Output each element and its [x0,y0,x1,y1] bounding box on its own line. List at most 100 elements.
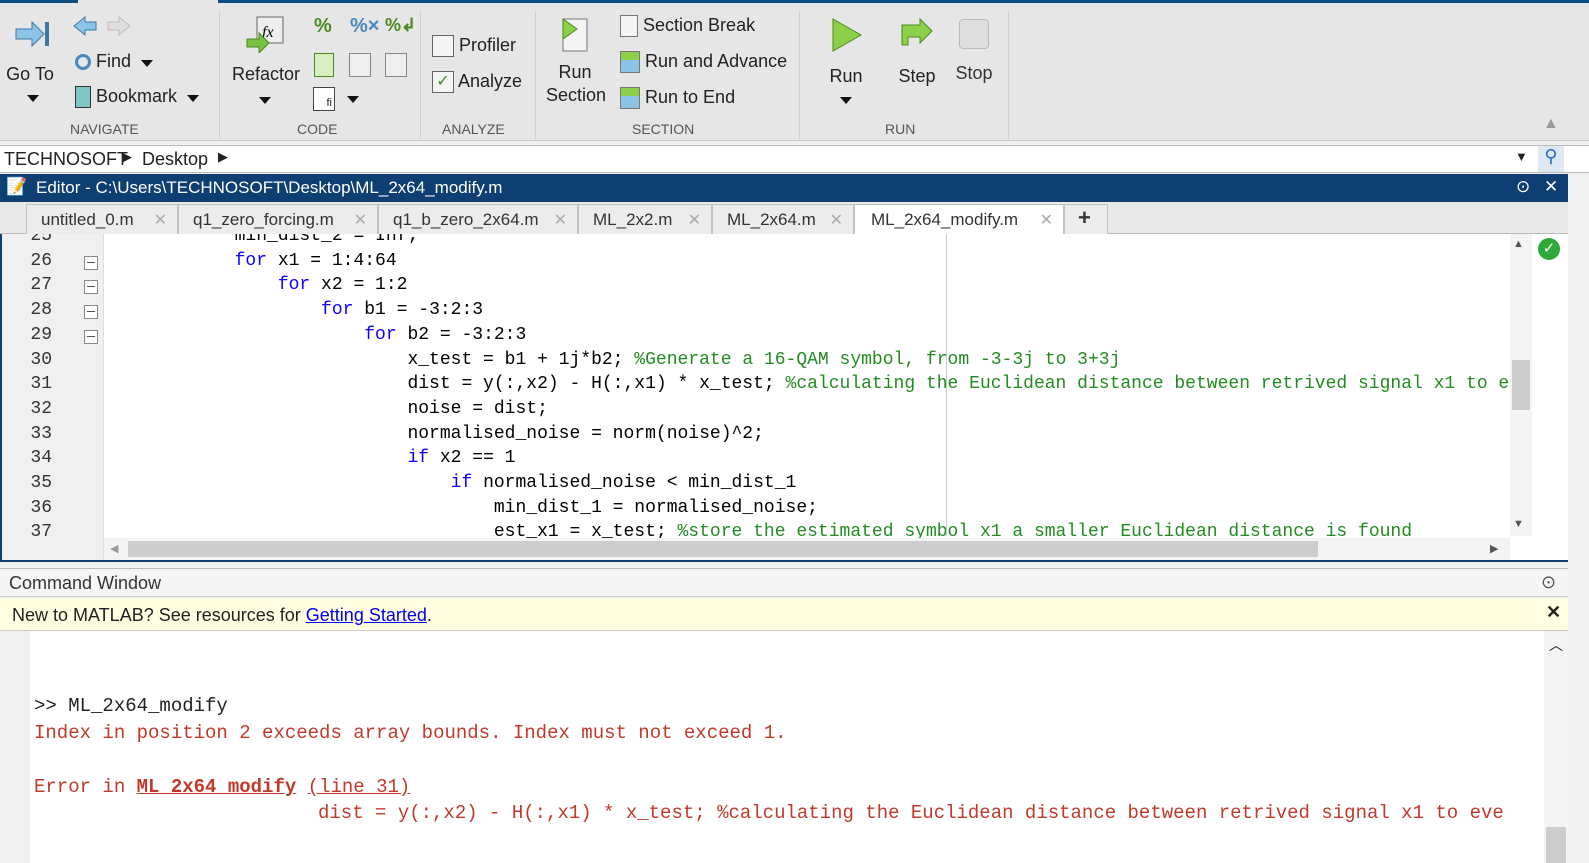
breadcrumb-technosoft[interactable]: TECHNOSOFT [4,149,128,170]
forward-button[interactable] [106,15,132,42]
tab-q1-zero-forcing[interactable]: q1_zero_forcing.m ✕ [178,204,378,234]
breadcrumb-desktop[interactable]: Desktop [142,149,208,170]
scroll-up-icon[interactable]: ▲ [1513,238,1524,250]
tab-q1-b-zero-2x64[interactable]: q1_b_zero_2x64.m ✕ [378,204,578,234]
fixed-point-button[interactable]: fi [313,87,335,111]
code-editor[interactable]: 25 26 27 28 29 30 31 32 33 34 35 36 37 min_dist_2 = … [0,234,1568,562]
code-analyzer-ok-icon[interactable]: ✓ [1538,238,1560,260]
close-tab-icon[interactable]: ✕ [154,210,167,230]
scroll-left-icon[interactable]: ◀ [110,542,118,555]
decrease-indent-button[interactable] [385,53,407,77]
tab-ml-2x2[interactable]: ML_2x2.m ✕ [578,204,712,234]
command-window-scrollbar[interactable]: ︿ [1544,631,1568,863]
code-line[interactable]: for x1 = 1:4:64 [105,251,397,271]
profiler-icon [432,35,454,58]
error-function-link[interactable]: ML_2x64_modify [137,776,297,798]
run-section-icon [562,18,588,52]
error-code-line: dist = y(:,x2) - H(:,x1) * x_test; %calc… [318,802,1504,824]
run-to-end-button[interactable]: Run to End [620,87,735,110]
step-icon [901,17,933,46]
chevron-down-icon [259,97,271,104]
scroll-up-icon[interactable]: ︿ [1549,635,1563,655]
divider [420,11,421,139]
error-line-link[interactable]: (line 31) [308,776,411,798]
line-number: 33 [30,423,52,444]
close-tab-icon[interactable]: ✕ [554,210,567,230]
scrollbar-thumb[interactable] [128,541,1318,557]
chevron-down-icon[interactable] [347,96,359,103]
code-line[interactable]: if normalised_noise < min_dist_1 [105,473,797,493]
run-and-advance-button[interactable]: Run and Advance [620,51,787,74]
fold-toggle-icon[interactable] [84,305,98,320]
play-icon [832,18,863,52]
code-text: dist = y(:,x2) - H(:,x1) * x_test; [105,374,786,395]
stop-button[interactable]: Stop [954,19,994,84]
code-line[interactable]: x_test = b1 + 1j*b2; %Generate a 16-QAM … [105,350,1120,370]
getting-started-banner: New to MATLAB? See resources for Getting… [0,598,1568,631]
getting-started-link[interactable]: Getting Started [306,605,427,625]
editor-icon: 📝 [6,177,28,196]
analyze-button[interactable]: ✓ Analyze [432,71,522,94]
run-button[interactable]: Run [826,17,866,109]
close-tab-icon[interactable]: ✕ [354,210,367,230]
editor-actions-icon[interactable]: ⊙ [1516,177,1530,197]
refactor-button[interactable]: fx Refactor [232,15,300,109]
close-tab-icon[interactable]: ✕ [830,210,843,230]
fold-toggle-icon[interactable] [84,255,98,270]
step-button[interactable]: Step [897,17,937,87]
scrollbar-thumb[interactable] [1512,360,1530,410]
analyze-icon: ✓ [432,71,454,94]
comment-button[interactable]: % [314,15,332,38]
code-line[interactable]: normalised_noise = norm(noise)^2; [105,424,763,444]
run-section-button[interactable]: Run Section [546,17,606,106]
divider [799,11,800,139]
scrollbar-thumb[interactable] [1546,827,1566,863]
uncomment-button[interactable]: %× [350,15,379,38]
search-folder-icon[interactable]: ⚲ [1538,146,1564,172]
line-number: 27 [30,275,52,296]
tab-ml-2x64-modify[interactable]: ML_2x64_modify.m ✕ [854,204,1064,235]
code-line[interactable]: noise = dist; [105,399,547,419]
scroll-down-icon[interactable]: ▼ [1513,518,1524,530]
address-dropdown-icon[interactable]: ▼ [1515,149,1528,164]
close-banner-icon[interactable]: ✕ [1546,602,1561,623]
close-tab-icon[interactable]: ✕ [1040,210,1053,230]
code-line[interactable]: min_dist_1 = normalised_noise; [105,498,818,518]
code-line[interactable]: for x2 = 1:2 [105,275,408,295]
collapse-toolstrip-icon[interactable]: ▲ [1543,115,1559,133]
close-tab-icon[interactable]: ✕ [688,210,701,230]
close-editor-icon[interactable]: ✕ [1544,177,1558,197]
profiler-button[interactable]: Profiler [432,35,516,58]
go-to-button[interactable]: Go To [6,19,56,107]
find-button[interactable]: Find [75,51,154,72]
go-to-icon [15,20,49,48]
wrap-comments-button[interactable]: %↲ [385,15,416,36]
scroll-right-icon[interactable]: ▶ [1490,542,1498,555]
smart-indent-button[interactable] [314,53,334,77]
command-window[interactable]: >> ML_2x64_modify Index in position 2 ex… [0,631,1568,863]
command-window-actions-icon[interactable]: ⊙ [1541,572,1556,593]
arrow-right-icon [107,15,131,37]
increase-indent-button[interactable] [349,53,371,77]
code-text: x2 == 1 [429,448,516,469]
keyword: if [407,448,430,469]
code-line[interactable]: dist = y(:,x2) - H(:,x1) * x_test; %calc… [105,374,1520,394]
bookmark-button[interactable]: Bookmark [75,86,200,109]
address-bar[interactable]: TECHNOSOFT ▶ Desktop ▶ ▼ ⚲ [0,145,1589,173]
code-line[interactable]: min_dist_2 = Inf; [105,234,419,246]
search-icon [75,54,91,71]
fold-toggle-icon[interactable] [84,329,98,344]
tab-ml-2x64[interactable]: ML_2x64.m ✕ [712,204,854,234]
horizontal-scrollbar[interactable]: ◀ ▶ [104,538,1510,560]
back-button[interactable] [72,15,98,42]
code-line[interactable]: for b2 = -3:2:3 [105,325,526,345]
new-tab-button[interactable]: + [1064,204,1108,234]
vertical-scrollbar[interactable]: ▲ ▼ [1510,234,1532,536]
line-number: 31 [30,374,52,395]
tab-untitled-0[interactable]: untitled_0.m ✕ [26,204,178,234]
fold-toggle-icon[interactable] [84,280,98,295]
code-line[interactable]: for b1 = -3:2:3 [105,300,483,320]
code-line[interactable]: if x2 == 1 [105,448,515,468]
section-break-button[interactable]: Section Break [620,15,755,38]
